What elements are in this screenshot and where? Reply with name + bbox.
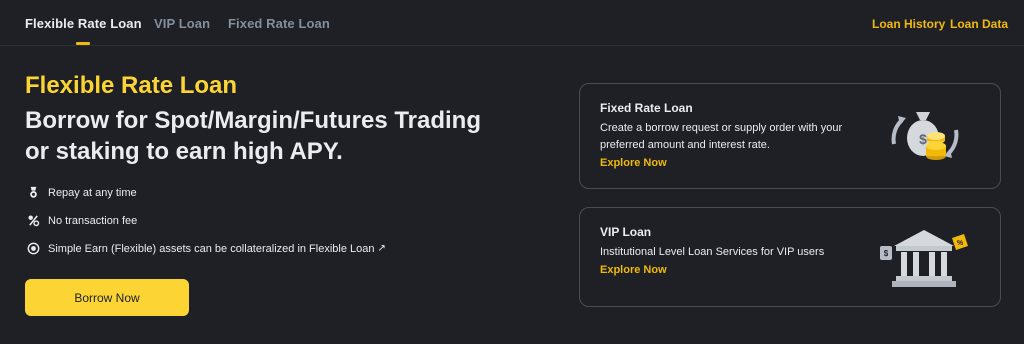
hero-kicker: Flexible Rate Loan xyxy=(25,72,238,99)
bank-building-icon: $ % xyxy=(876,220,972,294)
fixed-rate-loan-card[interactable]: Fixed Rate Loan Create a borrow request … xyxy=(579,83,1001,189)
medal-icon xyxy=(27,186,40,199)
card-title: Fixed Rate Loan xyxy=(600,101,693,115)
hero-title: Borrow for Spot/Margin/Futures Trading o… xyxy=(25,107,481,165)
money-bag-coins-icon: $ xyxy=(880,104,970,170)
tab-flexible-rate-loan[interactable]: Flexible Rate Loan xyxy=(25,16,142,31)
card-title: VIP Loan xyxy=(600,225,652,239)
svg-text:$: $ xyxy=(884,249,889,258)
svg-text:%: % xyxy=(957,240,964,247)
loan-history-link[interactable]: Loan History xyxy=(872,17,945,31)
tab-vip-loan[interactable]: VIP Loan xyxy=(154,16,210,31)
card-description: Create a borrow request or supply order … xyxy=(600,122,843,151)
svg-text:$: $ xyxy=(919,131,927,147)
card-description: Institutional Level Loan Services for VI… xyxy=(600,246,825,258)
external-link-icon[interactable]: ↗ xyxy=(378,243,386,254)
vip-loan-card[interactable]: VIP Loan Institutional Level Loan Servic… xyxy=(579,207,1001,307)
feature-no-fee: No transaction fee xyxy=(27,214,137,227)
explore-now-link[interactable]: Explore Now xyxy=(600,157,667,169)
feature-collateral: Simple Earn (Flexible) assets can be col… xyxy=(27,242,386,255)
active-tab-indicator xyxy=(76,42,90,45)
coin-icon xyxy=(27,242,40,255)
loan-data-link[interactable]: Loan Data xyxy=(950,17,1008,31)
feature-repay: Repay at any time xyxy=(27,186,137,199)
feature-label: No transaction fee xyxy=(48,214,138,227)
borrow-now-button[interactable]: Borrow Now xyxy=(25,279,189,316)
explore-now-link[interactable]: Explore Now xyxy=(600,264,667,276)
feature-label: Simple Earn (Flexible) assets can be col… xyxy=(48,242,375,255)
tab-bar: Flexible Rate Loan VIP Loan Fixed Rate L… xyxy=(0,0,1024,46)
tab-fixed-rate-loan[interactable]: Fixed Rate Loan xyxy=(228,16,330,31)
percent-icon xyxy=(27,214,40,227)
feature-label: Repay at any time xyxy=(48,186,137,199)
